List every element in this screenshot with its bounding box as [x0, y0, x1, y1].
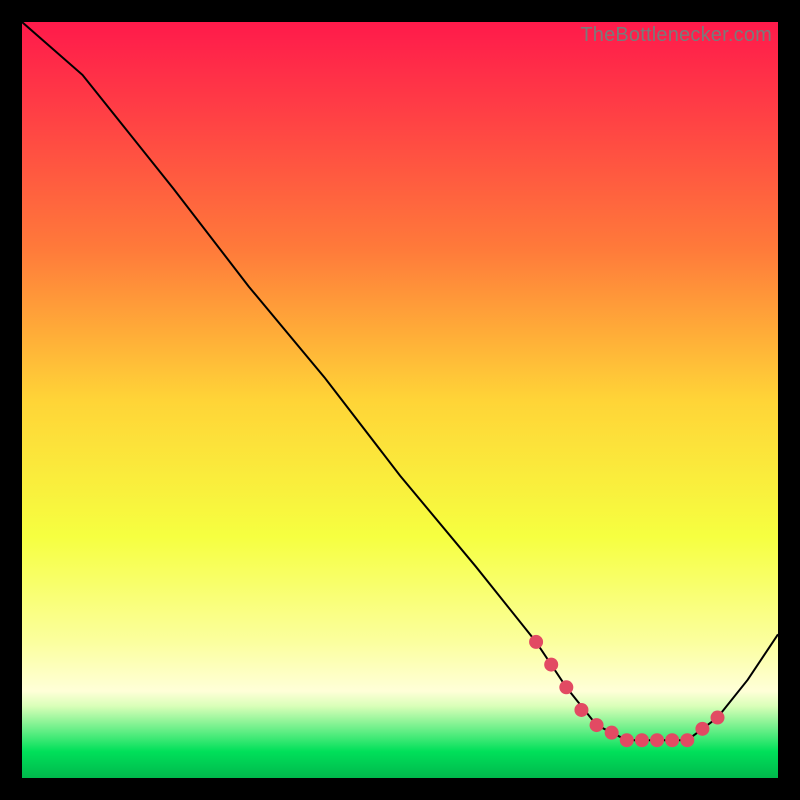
watermark-text: TheBottlenecker.com [580, 24, 772, 47]
marker-dot [529, 635, 543, 649]
marker-dot [544, 658, 558, 672]
marker-dot [559, 680, 573, 694]
marker-dot [590, 718, 604, 732]
chart-frame: TheBottlenecker.com [22, 22, 778, 778]
marker-dot [680, 733, 694, 747]
marker-dot [635, 733, 649, 747]
marker-dot [695, 722, 709, 736]
marker-dot [574, 703, 588, 717]
gradient-background [22, 22, 778, 778]
marker-dot [650, 733, 664, 747]
marker-dot [665, 733, 679, 747]
marker-dot [620, 733, 634, 747]
marker-dot [711, 711, 725, 725]
marker-dot [605, 726, 619, 740]
chart-svg [22, 22, 778, 778]
